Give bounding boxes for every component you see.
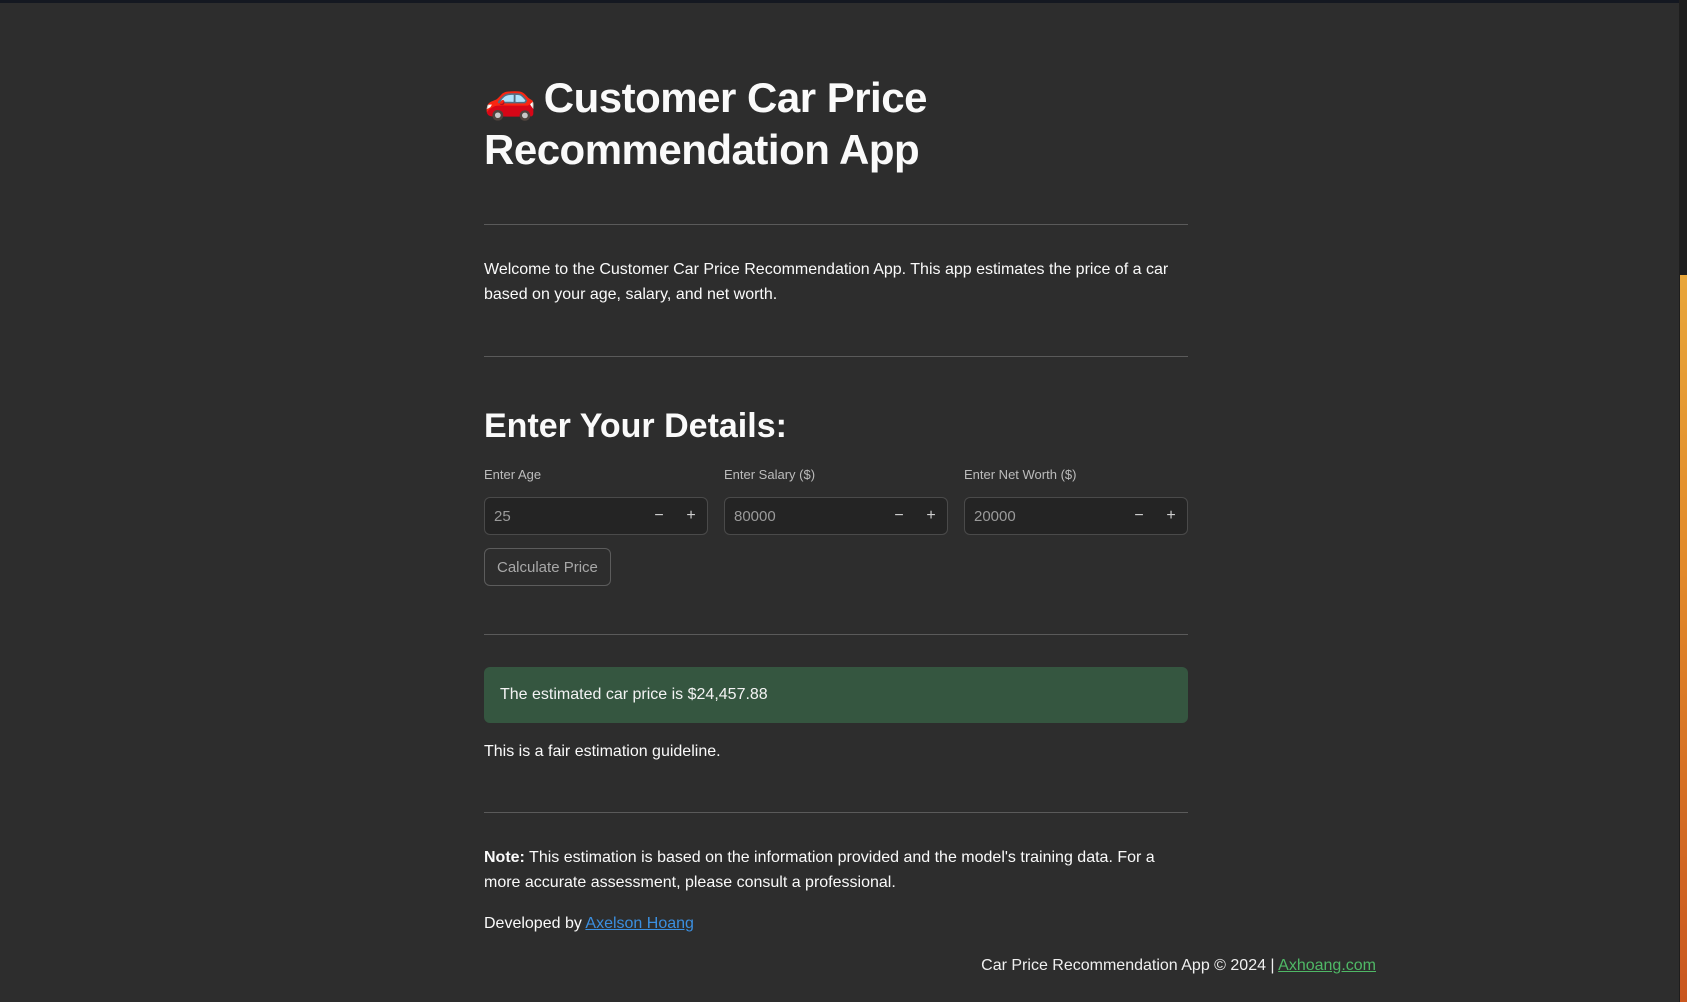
age-increment-button[interactable]: + (675, 507, 707, 525)
salary-label: Enter Salary ($) (724, 467, 816, 482)
note-text: This estimation is based on the informat… (484, 849, 1155, 891)
credits-line: Developed by Axelson Hoang (484, 911, 1188, 936)
net-worth-decrement-button[interactable]: − (1123, 507, 1155, 525)
salary-field: Enter Salary ($) 80000 − + (724, 466, 948, 535)
car-icon: 🚗 (484, 74, 536, 121)
salary-decrement-button[interactable]: − (883, 507, 915, 525)
footer: Car Price Recommendation App © 2024 | Ax… (981, 957, 1376, 975)
details-heading: Enter Your Details: (484, 407, 787, 445)
footer-link[interactable]: Axhoang.com (1278, 957, 1376, 974)
author-link[interactable]: Axelson Hoang (585, 915, 694, 932)
net-worth-increment-button[interactable]: + (1155, 507, 1187, 525)
result-success-box: The estimated car price is $24,457.88 (484, 667, 1188, 723)
divider (484, 224, 1188, 225)
guideline-text: This is a fair estimation guideline. (484, 743, 721, 760)
note-label: Note: (484, 849, 525, 866)
credits-prefix: Developed by (484, 915, 586, 932)
note-paragraph: Note: This estimation is based on the in… (484, 845, 1188, 895)
result-message: The estimated car price is $24,457.88 (500, 686, 768, 703)
divider (484, 356, 1188, 357)
footer-text: Car Price Recommendation App © 2024 | (981, 957, 1279, 974)
right-edge-scroll (1679, 0, 1687, 1002)
top-strip (0, 0, 1687, 3)
salary-increment-button[interactable]: + (915, 507, 947, 525)
net-worth-field: Enter Net Worth ($) 20000 − + (964, 466, 1188, 535)
age-input[interactable]: 25 − + (484, 497, 708, 535)
edge-accent (1680, 275, 1687, 1002)
age-field: Enter Age 25 − + (484, 466, 708, 535)
net-worth-value[interactable]: 20000 (965, 508, 1123, 525)
age-decrement-button[interactable]: − (643, 507, 675, 525)
age-label: Enter Age (484, 467, 542, 482)
page-title-text: Customer Car Price Recommendation App (484, 74, 927, 173)
divider (484, 634, 1188, 635)
salary-input[interactable]: 80000 − + (724, 497, 948, 535)
intro-text: Welcome to the Customer Car Price Recomm… (484, 261, 1169, 303)
calculate-price-button[interactable]: Calculate Price (484, 548, 611, 586)
divider (484, 812, 1188, 813)
page-title: 🚗 Customer Car Price Recommendation App (484, 72, 1188, 176)
net-worth-input[interactable]: 20000 − + (964, 497, 1188, 535)
salary-value[interactable]: 80000 (725, 508, 883, 525)
net-worth-label: Enter Net Worth ($) (964, 467, 1077, 482)
age-value[interactable]: 25 (485, 508, 643, 525)
